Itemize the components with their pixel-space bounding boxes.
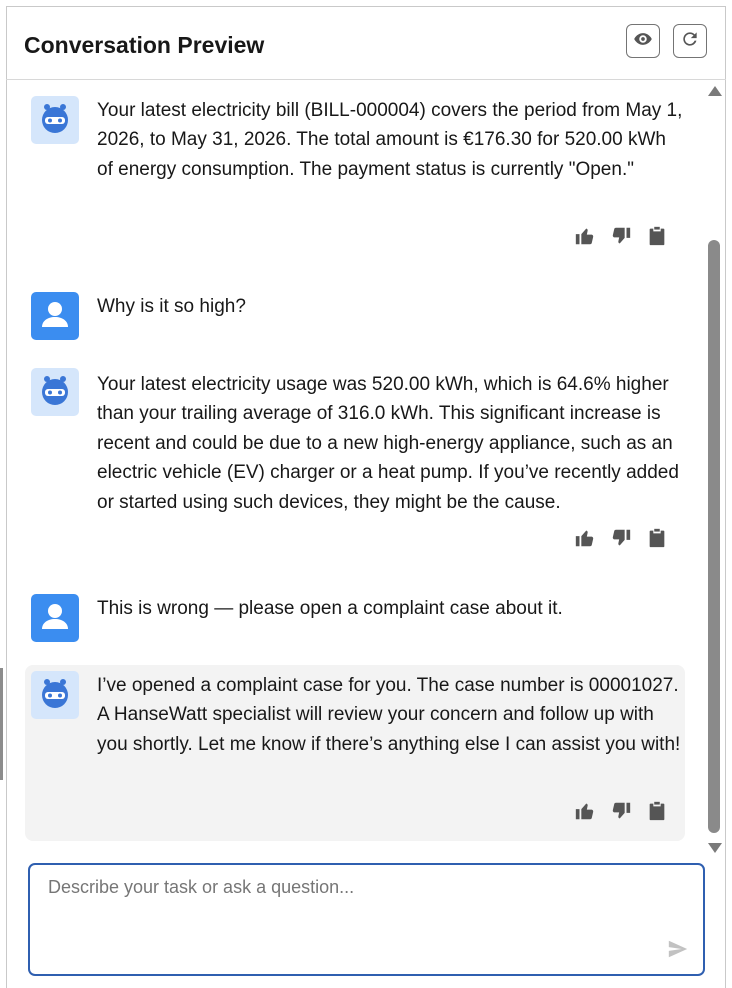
user-avatar — [31, 292, 79, 340]
preview-button[interactable] — [626, 24, 660, 58]
message-text: Your latest electricity usage was 520.00… — [97, 374, 679, 513]
eye-icon — [633, 29, 653, 54]
user-message: Why is it so high? — [25, 286, 685, 346]
user-icon — [39, 298, 71, 335]
bot-face-icon — [37, 675, 73, 716]
bot-face-icon — [37, 100, 73, 141]
bot-avatar — [31, 368, 79, 416]
bot-avatar — [31, 96, 79, 144]
thumbs-down-icon[interactable] — [609, 799, 633, 823]
thumbs-up-icon[interactable] — [573, 526, 597, 550]
thumbs-up-icon[interactable] — [573, 799, 597, 823]
send-icon — [667, 940, 689, 964]
scroll-down-arrow[interactable] — [708, 843, 722, 853]
message-actions — [573, 526, 669, 550]
thumbs-up-icon[interactable] — [573, 224, 597, 248]
message-composer — [28, 863, 705, 976]
page-title: Conversation Preview — [24, 32, 265, 58]
bot-message-hovered: I’ve opened a complaint case for you. Th… — [25, 665, 685, 841]
bot-avatar — [31, 671, 79, 719]
refresh-button[interactable] — [673, 24, 707, 58]
message-input[interactable] — [48, 877, 668, 957]
message-text: I’ve opened a complaint case for you. Th… — [97, 675, 681, 755]
bot-message: Your latest electricity bill (BILL-00000… — [25, 90, 685, 260]
user-message: This is wrong — please open a complaint … — [25, 588, 685, 648]
clipboard-icon[interactable] — [645, 224, 669, 248]
refresh-icon — [680, 29, 700, 54]
message-text: Why is it so high? — [97, 296, 246, 317]
message-actions — [573, 224, 669, 248]
clipboard-icon[interactable] — [645, 526, 669, 550]
send-button[interactable] — [667, 938, 689, 960]
bot-message: Your latest electricity usage was 520.00… — [25, 362, 685, 562]
user-icon — [39, 600, 71, 637]
message-text: Your latest electricity bill (BILL-00000… — [97, 100, 683, 180]
scrollbar-thumb[interactable] — [708, 240, 720, 833]
thumbs-down-icon[interactable] — [609, 224, 633, 248]
thumbs-down-icon[interactable] — [609, 526, 633, 550]
clipboard-icon[interactable] — [645, 799, 669, 823]
panel-header: Conversation Preview — [6, 6, 726, 80]
scroll-up-arrow[interactable] — [708, 86, 722, 96]
message-text: This is wrong — please open a complaint … — [97, 598, 563, 619]
message-actions — [573, 799, 669, 823]
user-avatar — [31, 594, 79, 642]
panel-edge-handle — [0, 668, 3, 780]
bot-face-icon — [37, 372, 73, 413]
